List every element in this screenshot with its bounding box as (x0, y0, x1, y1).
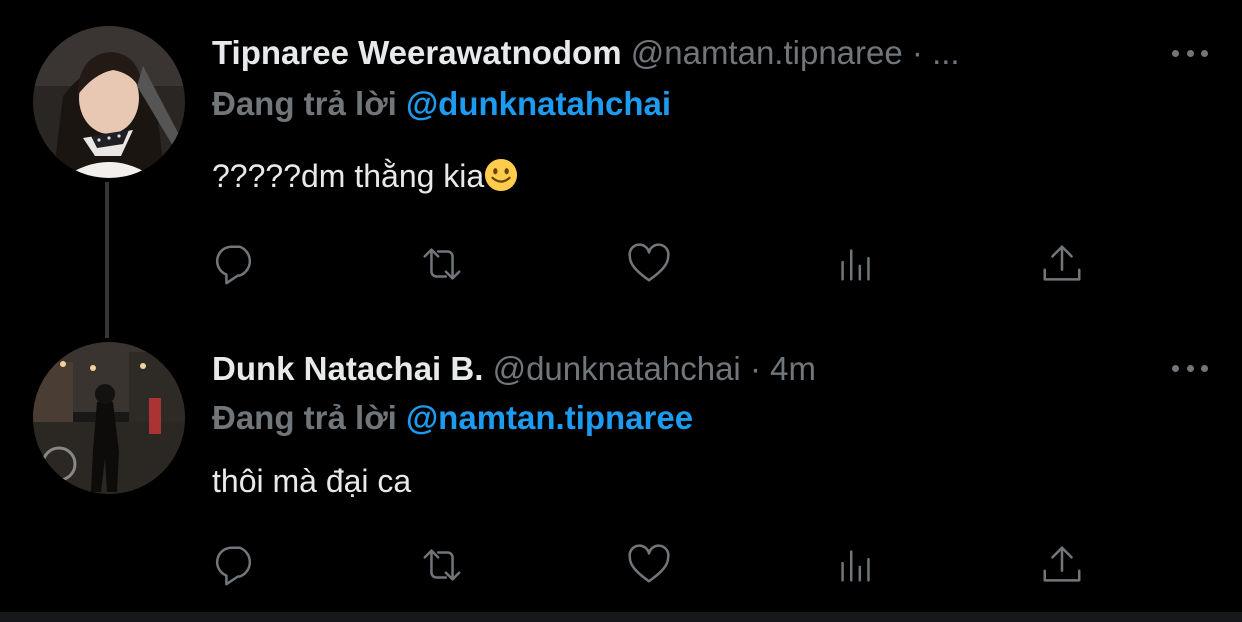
tweet-text-content: thôi mà đại ca (212, 463, 412, 499)
display-name[interactable]: Tipnaree Weerawatnodom (212, 34, 622, 71)
share-button[interactable] (1038, 541, 1086, 589)
more-options-button[interactable] (1168, 358, 1212, 378)
user-handle[interactable]: @namtan.tipnaree (631, 34, 903, 71)
reply-button[interactable] (212, 541, 260, 589)
replying-to-label: Đang trả lời (212, 85, 397, 122)
like-icon (628, 544, 670, 583)
tweet-actions (212, 240, 1092, 288)
retweet-button[interactable] (418, 541, 466, 589)
display-name[interactable]: Dunk Natachai B. (212, 350, 483, 387)
more-dot (1201, 364, 1208, 372)
reply-icon (215, 245, 252, 285)
divider (0, 612, 1242, 622)
share-icon (1043, 546, 1081, 582)
tweet-text-content: ?????dm thằng kia (212, 158, 485, 194)
tweet-text: ?????dm thằng kia (212, 155, 518, 197)
avatar[interactable] (33, 26, 185, 178)
thread-line (105, 182, 109, 338)
share-button[interactable] (1038, 240, 1086, 288)
tweet-text: thôi mà đại ca (212, 460, 411, 502)
user-handle[interactable]: @dunknatahchai (493, 350, 741, 387)
more-dot (1172, 364, 1179, 372)
more-dot (1186, 364, 1194, 372)
reply-icon (215, 546, 252, 586)
analytics-icon (841, 249, 870, 281)
more-options-button[interactable] (1168, 43, 1212, 63)
share-icon (1043, 245, 1081, 281)
analytics-icon (841, 550, 870, 582)
like-icon (628, 243, 670, 282)
replying-to-handle[interactable]: @dunknatahchai (406, 85, 671, 122)
retweet-button[interactable] (418, 240, 466, 288)
analytics-button[interactable] (832, 240, 880, 288)
replying-to: Đang trả lời @namtan.tipnaree (212, 397, 693, 439)
more-dot (1186, 49, 1194, 57)
replying-to-handle[interactable]: @namtan.tipnaree (406, 399, 693, 436)
replying-to-label: Đang trả lời (212, 399, 397, 436)
retweet-icon (423, 248, 461, 280)
tweet-header: Tipnaree Weerawatnodom @namtan.tipnaree … (212, 32, 960, 74)
analytics-button[interactable] (832, 541, 880, 589)
more-dot (1172, 49, 1179, 57)
more-dot (1201, 49, 1208, 57)
avatar-photo (33, 26, 185, 178)
tweet-header: Dunk Natachai B. @dunknatahchai · 4m (212, 348, 816, 390)
tweet-meta: · ... (911, 34, 960, 71)
avatar[interactable] (33, 342, 185, 494)
reply-button[interactable] (212, 240, 260, 288)
tweet-actions (212, 541, 1092, 589)
avatar-photo (33, 342, 185, 494)
replying-to: Đang trả lời @dunknatahchai (212, 83, 671, 125)
slightly-smiling-face-emoji (485, 158, 518, 192)
retweet-icon (423, 549, 461, 581)
tweet[interactable]: Tipnaree Weerawatnodom @namtan.tipnaree … (0, 0, 1242, 338)
like-button[interactable] (625, 240, 673, 288)
like-button[interactable] (625, 541, 673, 589)
tweet-meta: · 4m (749, 350, 816, 387)
